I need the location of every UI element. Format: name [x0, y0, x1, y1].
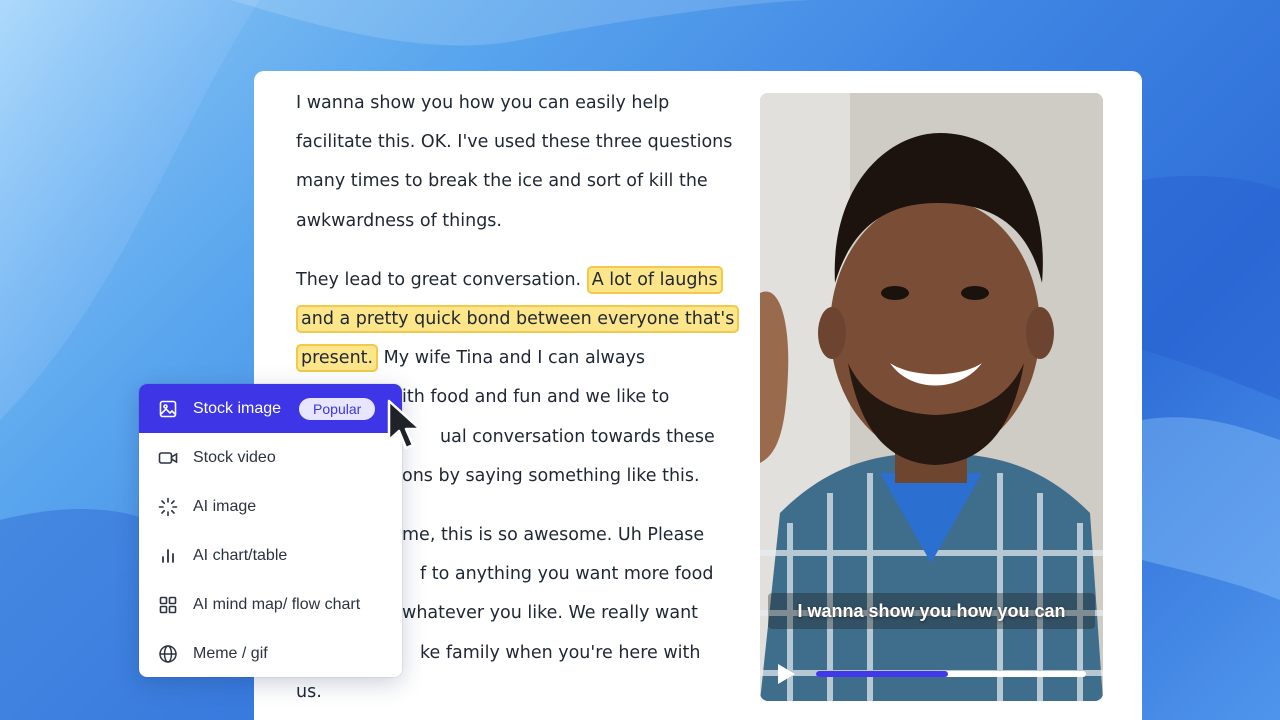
popular-badge: Popular	[299, 397, 376, 420]
menu-item-stock-video[interactable]: Stock video	[139, 433, 402, 482]
sparkle-loader-icon	[158, 497, 178, 517]
insert-media-menu: Stock image Popular Stock video AI image…	[139, 384, 402, 677]
video-progress-bar[interactable]	[816, 671, 1086, 677]
globe-icon	[158, 644, 178, 664]
menu-item-label: Stock image	[193, 399, 282, 417]
transcript-text-after-highlight: My wife Tina and I can always	[383, 348, 646, 369]
menu-item-label: Stock video	[193, 448, 276, 466]
bar-chart-icon	[158, 546, 178, 566]
menu-item-ai-image[interactable]: AI image	[139, 482, 402, 531]
menu-item-ai-mind-map[interactable]: AI mind map/ flow chart	[139, 580, 402, 629]
transcript-line: us.	[296, 681, 322, 702]
video-caption: I wanna show you how you can	[797, 600, 1066, 621]
menu-item-label: AI mind map/ flow chart	[193, 595, 361, 613]
menu-item-stock-image[interactable]: Stock image Popular	[139, 384, 402, 433]
video-camera-icon	[158, 448, 178, 468]
video-progress-fill	[816, 671, 949, 677]
menu-item-meme-gif[interactable]: Meme / gif	[139, 629, 402, 677]
menu-item-ai-chart-table[interactable]: AI chart/table	[139, 531, 402, 580]
image-icon	[158, 399, 178, 419]
caption-overlay: I wanna show you how you can	[768, 593, 1095, 629]
transcript-text-before-highlight: They lead to great conversation.	[296, 269, 587, 290]
menu-item-label: AI image	[193, 497, 257, 515]
play-icon[interactable]	[776, 663, 796, 685]
video-player[interactable]: I wanna show you how you can	[760, 93, 1103, 701]
menu-item-label: AI chart/table	[193, 546, 288, 564]
menu-item-label: Meme / gif	[193, 644, 268, 662]
transcript-paragraph-1[interactable]: I wanna show you how you can easily help…	[296, 84, 736, 241]
grid-icon	[158, 595, 178, 615]
